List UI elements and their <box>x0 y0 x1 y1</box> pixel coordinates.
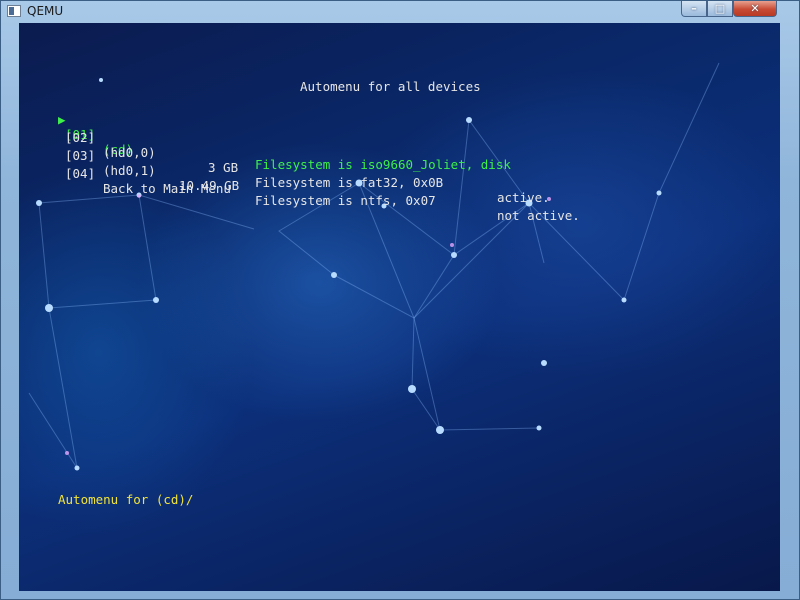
menu-item-status: not active. <box>497 208 580 223</box>
maximize-icon: □ <box>714 2 726 15</box>
menu-item-device: (hd0,0) <box>103 145 156 160</box>
menu-item-filesystem: Filesystem is ntfs, 0x07 <box>255 193 436 208</box>
maximize-button[interactable]: □ <box>707 1 733 17</box>
menu-item-device: (hd0,1) <box>103 163 156 178</box>
close-button[interactable]: ✕ <box>733 1 777 17</box>
close-icon: ✕ <box>750 2 760 15</box>
command-prompt[interactable]: Automenu for (cd)/ <box>58 492 193 507</box>
qemu-app-icon[interactable] <box>7 5 21 17</box>
qemu-window: QEMU – □ ✕ Automenu for all devices ▶ [0… <box>0 0 800 600</box>
menu-header: Automenu for all devices <box>300 79 481 94</box>
minimize-icon: – <box>691 2 697 15</box>
menu-item-index: [04] <box>65 166 96 181</box>
menu-item-back-to-main[interactable]: [04] Back to Main Menu <box>58 151 231 211</box>
menu-item-size: 3 GB <box>208 160 239 175</box>
menu-item-status: active. <box>497 190 550 205</box>
menu-item-device: Back to Main Menu <box>103 181 231 196</box>
vm-display[interactable]: Automenu for all devices ▶ [01] (cd) Fil… <box>19 23 780 591</box>
title-bar[interactable]: QEMU – □ ✕ <box>1 1 799 21</box>
menu-item-filesystem: Filesystem is fat32, 0x0B <box>255 175 444 190</box>
minimize-button[interactable]: – <box>681 1 707 17</box>
menu-item-filesystem: Filesystem is iso9660_Joliet, disk <box>255 157 511 172</box>
window-title: QEMU <box>27 4 64 18</box>
